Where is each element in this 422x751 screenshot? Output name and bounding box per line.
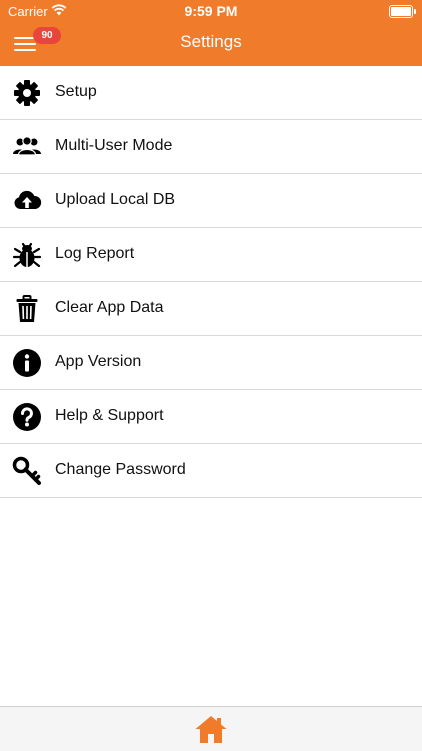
settings-list: Setup Multi-User Mode Upload Local DB	[0, 66, 422, 498]
settings-item-label: Change Password	[55, 461, 186, 479]
bug-icon	[12, 240, 42, 270]
settings-item-app-version[interactable]: App Version	[0, 336, 422, 390]
settings-item-change-password[interactable]: Change Password	[0, 444, 422, 498]
trash-icon	[12, 294, 42, 324]
settings-item-label: Help & Support	[55, 407, 164, 425]
cloud-upload-icon	[12, 186, 42, 216]
settings-item-help-support[interactable]: Help & Support	[0, 390, 422, 444]
bottom-tab-bar	[0, 706, 422, 751]
settings-item-clear-app-data[interactable]: Clear App Data	[0, 282, 422, 336]
home-icon[interactable]	[194, 713, 228, 745]
settings-item-label: Multi-User Mode	[55, 137, 172, 155]
settings-item-upload-local-db[interactable]: Upload Local DB	[0, 174, 422, 228]
status-bar: Carrier 9:59 PM	[0, 0, 422, 22]
gear-icon	[12, 78, 42, 108]
settings-item-log-report[interactable]: Log Report	[0, 228, 422, 282]
info-icon	[12, 348, 42, 378]
page-title: Settings	[0, 32, 422, 52]
status-time: 9:59 PM	[0, 3, 422, 19]
settings-item-label: Clear App Data	[55, 299, 164, 317]
settings-item-label: Upload Local DB	[55, 191, 175, 209]
settings-item-label: Log Report	[55, 245, 134, 263]
key-icon	[12, 456, 42, 486]
settings-item-label: Setup	[55, 83, 97, 101]
settings-item-multi-user-mode[interactable]: Multi-User Mode	[0, 120, 422, 174]
nav-header: Carrier 9:59 PM 90 Settings	[0, 0, 422, 66]
question-icon	[12, 402, 42, 432]
battery-icon	[389, 5, 413, 18]
settings-item-label: App Version	[55, 353, 141, 371]
users-icon	[12, 132, 42, 162]
settings-item-setup[interactable]: Setup	[0, 66, 422, 120]
